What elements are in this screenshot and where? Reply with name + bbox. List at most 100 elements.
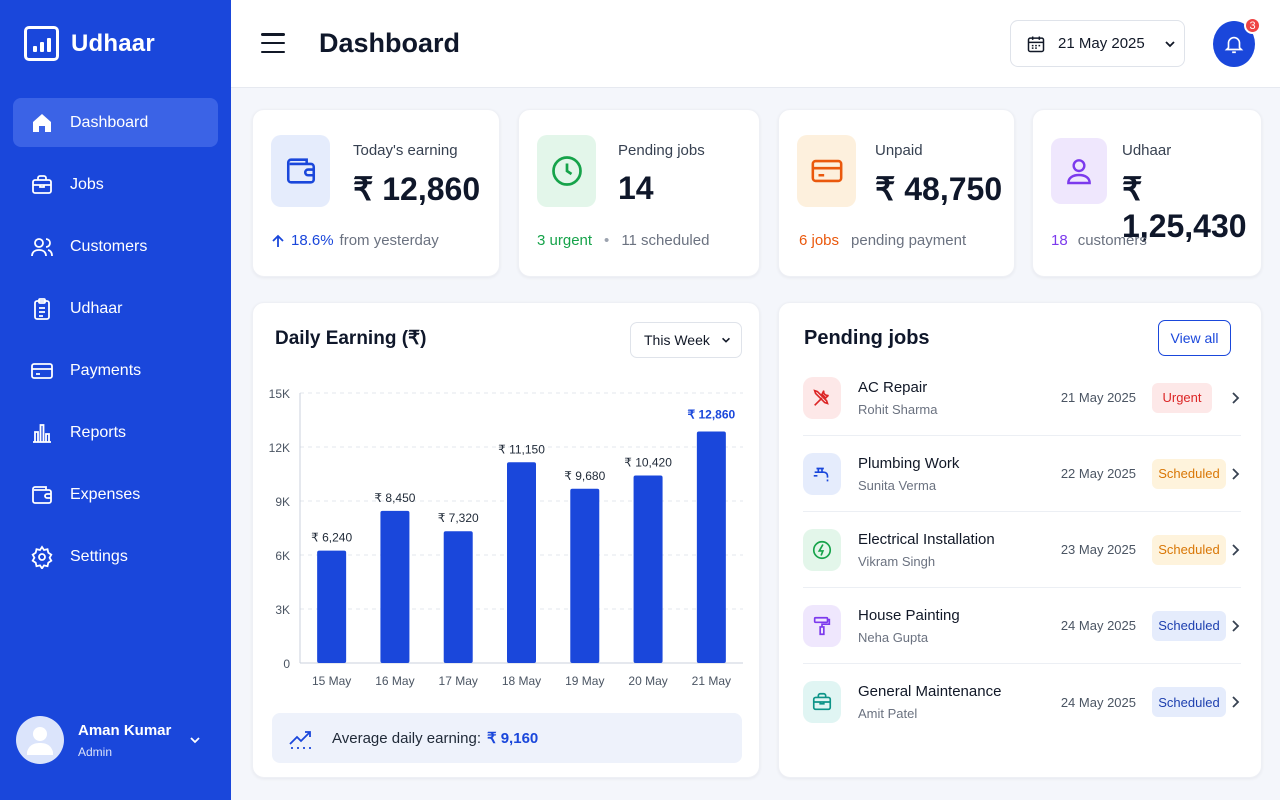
- chevron-down-icon[interactable]: [188, 733, 202, 747]
- sidebar-item-udhaar[interactable]: Udhaar: [13, 284, 218, 333]
- stat-footer: 18 customers: [1051, 232, 1147, 249]
- bar: [380, 510, 410, 663]
- bar-value-label: ₹ 11,150: [498, 442, 545, 456]
- gear-icon: [31, 544, 53, 569]
- y-tick-label: 3K: [275, 603, 290, 617]
- y-tick-label: 15K: [269, 387, 290, 401]
- stat-value: ₹ 48,750: [875, 171, 1003, 207]
- job-name: House Painting: [858, 606, 960, 624]
- daily-earning-card: Daily Earning (₹) This Week 0 3K 6K 9K 12K 15…: [252, 302, 760, 778]
- job-client: Amit Patel: [858, 706, 918, 721]
- pending-jobs-card: Pending jobs View all AC Repair Rohit Sh…: [778, 302, 1262, 778]
- clock-icon: [537, 135, 596, 207]
- stat-customer-count: 18: [1051, 232, 1068, 249]
- sidebar-item-label: Jobs: [70, 175, 104, 193]
- stat-card-unpaid: Unpaid ₹ 48,750 6 jobs pending payment: [778, 109, 1015, 277]
- page-title: Dashboard: [319, 28, 461, 58]
- sidebar-item-dashboard[interactable]: Dashboard: [13, 98, 218, 147]
- credit-card-icon: [797, 135, 856, 207]
- status-badge: Scheduled: [1152, 610, 1226, 641]
- sidebar-item-jobs[interactable]: Jobs: [13, 160, 218, 209]
- sidebar-item-label: Expenses: [70, 485, 141, 503]
- x-tick-label: 16 May: [375, 674, 414, 688]
- sidebar-item-reports[interactable]: Reports: [13, 408, 218, 457]
- pending-jobs-title: Pending jobs: [804, 327, 930, 349]
- job-date: 24 May 2025: [1060, 618, 1136, 633]
- bar-value-label: ₹ 10,420: [624, 455, 672, 469]
- range-select-value: This Week: [644, 332, 710, 348]
- stat-unpaid-jobs: 6 jobs: [799, 232, 840, 249]
- notification-count-badge: 3: [1244, 17, 1261, 34]
- y-tick-label: 9K: [275, 495, 290, 509]
- bar: [696, 431, 726, 663]
- stat-card-pending-jobs: Pending jobs 14 3 urgent • 11 scheduled: [518, 109, 760, 277]
- x-tick-label: 21 May: [692, 674, 731, 688]
- stat-footer: 6 jobs pending payment: [799, 232, 966, 249]
- paint-roller-icon: [803, 604, 841, 647]
- x-tick-label: 19 May: [565, 674, 604, 688]
- job-row[interactable]: General Maintenance Amit Patel 24 May 20…: [803, 664, 1241, 740]
- bar-value-label: ₹ 7,320: [438, 511, 479, 525]
- y-tick-label: 6K: [275, 549, 290, 563]
- stat-foot-text: from yesterday: [339, 232, 439, 249]
- range-select[interactable]: This Week: [630, 322, 742, 358]
- avatar: [16, 716, 64, 764]
- chart-title: Daily Earning (₹): [275, 328, 427, 349]
- view-all-button[interactable]: View all: [1158, 320, 1231, 356]
- status-badge: Scheduled: [1152, 534, 1226, 565]
- wallet-icon: [32, 485, 52, 504]
- chevron-right-icon[interactable]: [1229, 391, 1241, 405]
- chevron-right-icon[interactable]: [1229, 467, 1241, 481]
- stat-label: Pending jobs: [618, 142, 705, 159]
- job-client: Rohit Sharma: [858, 401, 938, 417]
- stat-change: 18.6%: [291, 232, 334, 249]
- logo-icon: [24, 26, 59, 61]
- x-tick-label: 15 May: [312, 674, 351, 688]
- sidebar-item-payments[interactable]: Payments: [13, 346, 218, 395]
- bar-value-label: ₹ 9,680: [564, 469, 605, 483]
- job-row[interactable]: Plumbing Work Sunita Verma 22 May 2025 S…: [803, 436, 1241, 512]
- date-picker[interactable]: 21 May 2025: [1010, 20, 1185, 67]
- job-date: 22 May 2025: [1060, 466, 1136, 481]
- job-date: 23 May 2025: [1060, 542, 1136, 557]
- bar: [443, 531, 473, 663]
- chevron-right-icon[interactable]: [1229, 695, 1241, 709]
- stat-foot-text: pending payment: [851, 232, 967, 249]
- bar: [570, 488, 600, 663]
- stat-value: 14: [618, 170, 654, 206]
- chevron-right-icon[interactable]: [1229, 619, 1241, 633]
- sidebar-item-label: Customers: [70, 237, 148, 255]
- user-profile[interactable]: Aman Kumar Admin: [16, 713, 216, 767]
- stat-label: Udhaar: [1122, 142, 1172, 159]
- job-client: Vikram Singh: [858, 553, 936, 569]
- bolt-icon: [803, 528, 841, 571]
- menu-toggle-icon[interactable]: [261, 33, 285, 53]
- chevron-right-icon[interactable]: [1229, 543, 1241, 557]
- job-date: 21 May 2025: [1060, 390, 1136, 405]
- stat-card-udhaar: Udhaar ₹ 1,25,430 18 customers: [1032, 109, 1262, 277]
- separator-dot: •: [604, 232, 610, 249]
- briefcase-icon: [32, 174, 52, 194]
- bar: [633, 475, 663, 663]
- brand[interactable]: Udhaar: [24, 26, 155, 61]
- notifications-button[interactable]: 3: [1213, 17, 1261, 67]
- bar: [507, 462, 536, 663]
- calendar-icon: [1027, 36, 1045, 52]
- arrow-up-icon: [272, 234, 284, 247]
- job-row[interactable]: Electrical Installation Vikram Singh 23 …: [803, 512, 1241, 588]
- user-role: Admin: [78, 744, 113, 759]
- bell-icon: [1224, 36, 1244, 54]
- stat-label: Unpaid: [875, 142, 923, 159]
- sidebar-item-expenses[interactable]: Expenses: [13, 470, 218, 519]
- job-name: Electrical Installation: [858, 530, 995, 548]
- job-row[interactable]: House Painting Neha Gupta 24 May 2025 Sc…: [803, 588, 1241, 664]
- user-icon: [1051, 138, 1107, 204]
- job-client: Sunita Verma: [858, 477, 937, 493]
- sidebar-item-settings[interactable]: Settings: [13, 532, 218, 581]
- sidebar-item-customers[interactable]: Customers: [13, 222, 218, 271]
- sidebar-nav: Dashboard Jobs Customers Udhaar Payments…: [13, 98, 218, 594]
- job-row[interactable]: AC Repair Rohit Sharma 21 May 2025 Urgen…: [803, 360, 1241, 436]
- stat-footer: 3 urgent • 11 scheduled: [537, 232, 709, 249]
- bar-chart-icon: [33, 423, 51, 443]
- status-badge: Scheduled: [1152, 687, 1226, 717]
